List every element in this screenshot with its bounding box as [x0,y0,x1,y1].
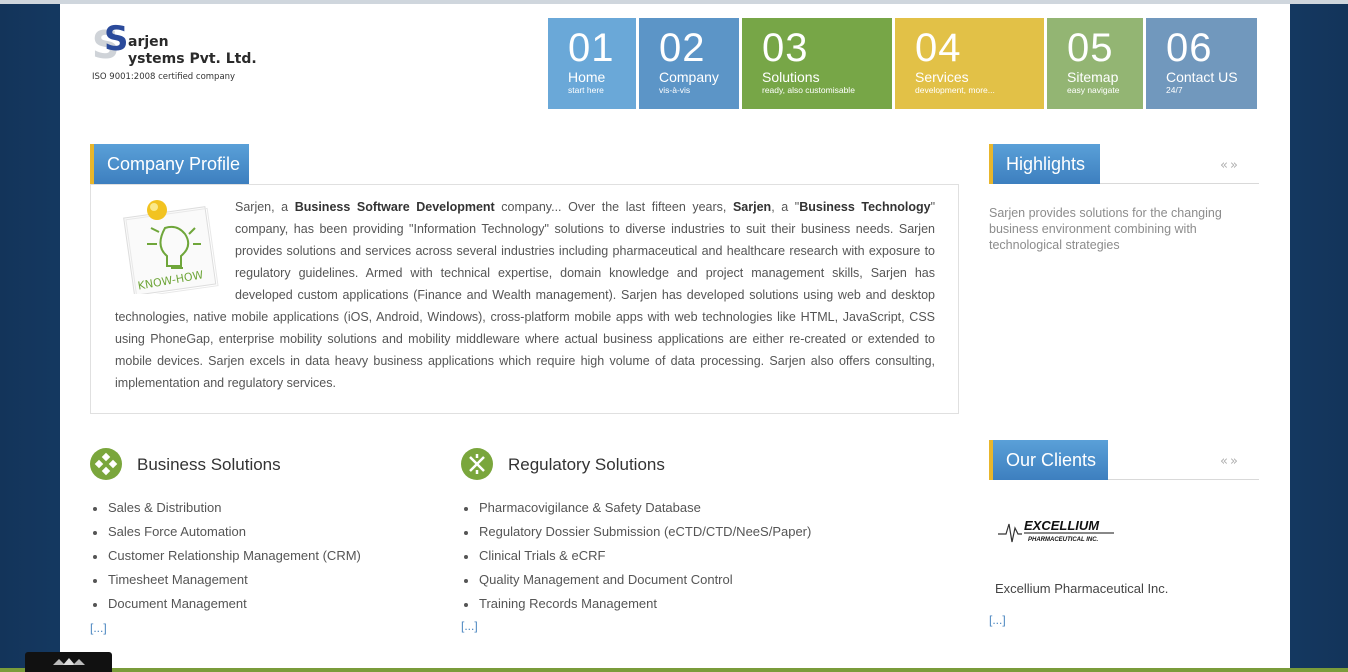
nav-tile-sub: ready, also customisable [762,85,855,95]
regulatory-solutions-icon [461,448,493,480]
business-more-link[interactable]: [...] [90,621,107,635]
list-item[interactable]: Pharmacovigilance & Safety Database [461,496,811,520]
logo-name: arjen ystems Pvt. Ltd. [128,34,257,68]
clients-arrows-icon[interactable]: «» [1220,454,1240,469]
nav-tile-sub: development, more... [915,85,995,95]
svg-text:S: S [104,19,129,59]
bottom-dock-tab[interactable] [25,652,112,672]
company-profile-text: KNOW-HOW Sarjen, a Business Software Dev… [115,196,935,394]
nav-tile-home[interactable]: 01 Home start here [548,18,636,109]
our-clients-heading: Our Clients [989,440,1108,480]
logo-name-line2: ystems Pvt. Ltd. [128,51,257,67]
logo-tagline: ISO 9001:2008 certified company [92,72,236,82]
highlights-rule [1100,183,1259,184]
nav-tile-sub: 24/7 [1166,85,1183,95]
client-name: Excellium Pharmaceutical Inc. [995,581,1169,596]
list-item[interactable]: Timesheet Management [90,568,361,592]
company-profile-box: KNOW-HOW Sarjen, a Business Software Dev… [90,184,959,414]
profile-p4: " company, has been providing "Informati… [115,200,936,390]
nav-tile-contact[interactable]: 06 Contact US 24/7 [1146,18,1257,109]
nav-tile-number: 05 [1067,26,1114,70]
client-logo-sub: PHARMACEUTICAL INC. [1028,537,1099,543]
nav-tile-label: Sitemap [1067,69,1119,85]
regulatory-solutions-title: Regulatory Solutions [508,455,665,474]
logo-name-line1: arjen [128,34,169,50]
list-item[interactable]: Customer Relationship Management (CRM) [90,544,361,568]
regulatory-solutions-list: Pharmacovigilance & Safety Database Regu… [461,496,811,616]
profile-b1: Business Software Development [294,200,495,214]
lightbulb-icon: KNOW-HOW [123,200,219,298]
nav-tile-label: Home [568,69,606,85]
excellium-logo[interactable]: EXCELLIUM PHARMACEUTICAL INC. [998,512,1118,546]
nav-tile-number: 06 [1166,26,1213,70]
highlights-heading: Highlights [989,144,1100,184]
profile-b2: Sarjen [732,200,772,214]
bottom-border [0,668,1348,672]
business-solutions-list: Sales & Distribution Sales Force Automat… [90,496,361,616]
nav-tile-number: 02 [659,26,706,70]
profile-p3: , a " [771,200,800,214]
nav-tile-solutions[interactable]: 03 Solutions ready, also customisable [742,18,892,109]
nav-tile-number: 01 [568,26,615,70]
list-item[interactable]: Quality Management and Document Control [461,568,811,592]
list-item[interactable]: Regulatory Dossier Submission (eCTD/CTD/… [461,520,811,544]
company-profile-heading: Company Profile [90,144,249,184]
nav-tile-company[interactable]: 02 Company vis-à-vis [639,18,739,109]
nav-tile-label: Solutions [762,69,820,85]
profile-p1: Sarjen, a [235,200,295,214]
highlights-text: Sarjen provides solutions for the changi… [989,206,1222,252]
list-item[interactable]: Training Records Management [461,592,811,616]
dock-shapes-icon [52,658,85,665]
profile-b3: Business Technology [799,200,931,214]
highlights-arrows-icon[interactable]: «» [1220,158,1240,173]
business-solutions-title: Business Solutions [137,455,281,474]
clients-rule [1108,479,1259,480]
profile-p2: company... Over the last fifteen years, [494,200,733,214]
nav-tile-number: 03 [762,26,809,70]
clients-more-link[interactable]: [...] [989,613,1006,627]
know-how-image: KNOW-HOW [115,198,225,298]
nav-tile-sitemap[interactable]: 05 Sitemap easy navigate [1047,18,1143,109]
list-item[interactable]: Clinical Trials & eCRF [461,544,811,568]
nav-tile-number: 04 [915,26,962,70]
list-item[interactable]: Sales & Distribution [90,496,361,520]
list-item[interactable]: Sales Force Automation [90,520,361,544]
nav-tile-sub: start here [568,85,604,95]
nav-tile-sub: easy navigate [1067,85,1120,95]
business-solutions-icon [90,448,122,480]
nav-tile-label: Services [915,69,969,85]
nav-tile-sub: vis-à-vis [659,85,691,95]
regulatory-more-link[interactable]: [...] [461,619,478,633]
company-logo[interactable]: S S arjen ystems Pvt. Ltd. ISO 9001:2008… [90,18,270,88]
client-logo-text: EXCELLIUM [1024,518,1100,533]
nav-tile-services[interactable]: 04 Services development, more... [895,18,1044,109]
nav-tile-label: Company [659,69,719,85]
page-container: S S arjen ystems Pvt. Ltd. ISO 9001:2008… [60,4,1290,672]
list-item[interactable]: Document Management [90,592,361,616]
nav-tile-label: Contact US [1166,69,1238,85]
